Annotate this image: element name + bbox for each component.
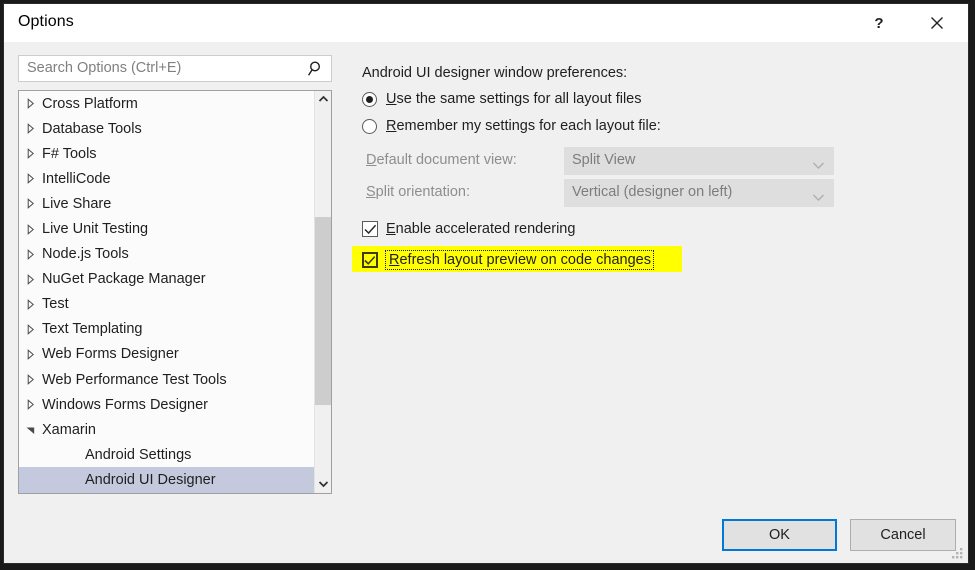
radio-use-same-settings-label: Use the same settings for all layout fil… — [386, 91, 642, 107]
accelerator-char: E — [386, 221, 396, 237]
close-button[interactable] — [914, 4, 960, 42]
tree-item-label: F# Tools — [42, 145, 97, 162]
tree-item-label: Android Settings — [85, 446, 192, 463]
search-icon[interactable] — [306, 59, 326, 84]
tree-item-label: Test — [42, 296, 69, 313]
default-document-view-value: Split View — [572, 152, 636, 168]
tree-item-label: Cross Platform — [42, 95, 138, 112]
tree-scrollbar[interactable] — [314, 91, 331, 493]
expander-collapsed-icon[interactable] — [19, 324, 41, 335]
tree-item-label: Database Tools — [42, 120, 142, 137]
expander-collapsed-icon[interactable] — [19, 349, 41, 360]
expander-collapsed-icon[interactable] — [19, 173, 41, 185]
expander-expanded-icon[interactable] — [19, 424, 41, 435]
tree-item[interactable]: F# Tools — [19, 141, 314, 166]
tree-item[interactable]: Database Tools — [19, 116, 314, 141]
tree-item-label: IntelliCode — [42, 170, 111, 187]
tree-item-label: Web Performance Test Tools — [42, 371, 227, 388]
checkmark-icon — [362, 221, 378, 237]
expander-collapsed-icon[interactable] — [19, 399, 41, 411]
chevron-up-icon — [318, 91, 329, 109]
tree-item[interactable]: Android Settings — [19, 442, 314, 467]
close-icon — [929, 15, 945, 31]
chevron-down-icon — [318, 475, 329, 493]
tree-item[interactable]: Android UI Designer — [19, 467, 314, 493]
expander-collapsed-icon[interactable] — [19, 273, 41, 285]
tree-item[interactable]: Live Unit Testing — [19, 216, 314, 241]
search-input[interactable]: Search Options (Ctrl+E) — [18, 55, 332, 82]
tree-item-label: NuGet Package Manager — [42, 271, 206, 288]
split-orientation-select[interactable]: Vertical (designer on left) — [564, 179, 834, 207]
accelerator-char: D — [366, 152, 377, 168]
expander-collapsed-icon[interactable] — [19, 98, 41, 109]
tree-item-label: Xamarin — [42, 421, 96, 438]
scrollbar-thumb[interactable] — [315, 217, 331, 405]
svg-text:?: ? — [874, 15, 883, 32]
question-mark-icon: ? — [871, 14, 887, 32]
expander-collapsed-icon[interactable] — [19, 374, 41, 385]
scroll-up-button[interactable] — [315, 91, 331, 109]
page-title: Android UI designer window preferences: — [362, 65, 628, 81]
tree-item[interactable]: Windows Forms Designer — [19, 392, 314, 417]
resize-grip-icon[interactable] — [951, 547, 964, 560]
chevron-down-icon — [812, 189, 825, 207]
title-bar: Options ? — [4, 4, 968, 42]
accelerator-char: U — [386, 91, 397, 107]
radio-button-empty-icon — [362, 118, 377, 134]
split-orientation-value: Vertical (designer on left) — [572, 184, 733, 200]
chevron-down-icon — [812, 157, 825, 175]
expander-collapsed-icon[interactable] — [19, 198, 41, 210]
tree-item-label: Text Templating — [42, 321, 143, 338]
tree-item[interactable]: Live Share — [19, 191, 314, 216]
expander-collapsed-icon[interactable] — [19, 223, 41, 235]
tree-item-label: Android UI Designer — [85, 471, 216, 488]
ok-button[interactable]: OK — [722, 519, 837, 551]
cancel-button[interactable]: Cancel — [850, 519, 956, 551]
expander-collapsed-icon[interactable] — [19, 298, 41, 310]
tree-item[interactable]: Web Forms Designer — [19, 342, 314, 367]
accelerator-char: R — [389, 252, 400, 268]
expander-collapsed-icon[interactable] — [19, 248, 41, 260]
radio-remember-per-file[interactable]: Remember my settings for each layout fil… — [362, 118, 661, 134]
radio-use-same-settings[interactable]: Use the same settings for all layout fil… — [362, 91, 642, 107]
accelerator-char: R — [386, 118, 397, 134]
default-document-view-select[interactable]: Split View — [564, 147, 834, 175]
checkbox-enable-accelerated-rendering[interactable]: Enable accelerated rendering — [362, 221, 575, 237]
tree-item[interactable]: Node.js Tools — [19, 242, 314, 267]
radio-remember-per-file-label: Remember my settings for each layout fil… — [386, 118, 661, 134]
tree-item[interactable]: Web Performance Test Tools — [19, 367, 314, 392]
scroll-down-button[interactable] — [315, 475, 331, 493]
tree-list: Cross Platform Database Tools F# Tools Inte… — [19, 91, 314, 493]
tree-item-label: Windows Forms Designer — [42, 396, 208, 413]
checkmark-icon — [362, 252, 378, 268]
split-orientation-label: Split orientation: — [366, 184, 470, 200]
tree-item[interactable]: IntelliCode — [19, 166, 314, 191]
default-document-view-label: Default document view: — [366, 152, 517, 168]
expander-collapsed-icon[interactable] — [19, 148, 41, 160]
accelerator-char: S — [366, 184, 376, 200]
tree-item-label: Web Forms Designer — [42, 346, 179, 363]
tree-item[interactable]: Text Templating — [19, 317, 314, 342]
checkbox-enable-accelerated-rendering-label: Enable accelerated rendering — [386, 221, 576, 237]
radio-button-filled-icon — [362, 91, 377, 107]
window-title: Options — [18, 13, 74, 30]
search-placeholder: Search Options (Ctrl+E) — [27, 60, 182, 76]
checkbox-refresh-layout-preview-label: Refresh layout preview on code changes — [385, 250, 654, 270]
tree-item[interactable]: NuGet Package Manager — [19, 267, 314, 292]
tree-item[interactable]: Cross Platform — [19, 91, 314, 116]
checkbox-refresh-layout-preview[interactable]: Refresh layout preview on code changes — [362, 250, 654, 270]
tree-item[interactable]: Apple Accounts — [19, 493, 314, 494]
tree-item[interactable]: Xamarin — [19, 417, 314, 442]
tree-item[interactable]: Test — [19, 292, 314, 317]
help-button[interactable]: ? — [856, 4, 902, 42]
options-tree[interactable]: Cross Platform Database Tools F# Tools Inte… — [18, 90, 332, 494]
tree-item-label: Live Share — [42, 195, 112, 212]
tree-item-label: Live Unit Testing — [42, 221, 149, 238]
tree-item-label: Node.js Tools — [42, 246, 129, 263]
options-dialog: Options ? Search Options (Ctrl+E) Cross … — [3, 3, 969, 564]
expander-collapsed-icon[interactable] — [19, 123, 41, 135]
